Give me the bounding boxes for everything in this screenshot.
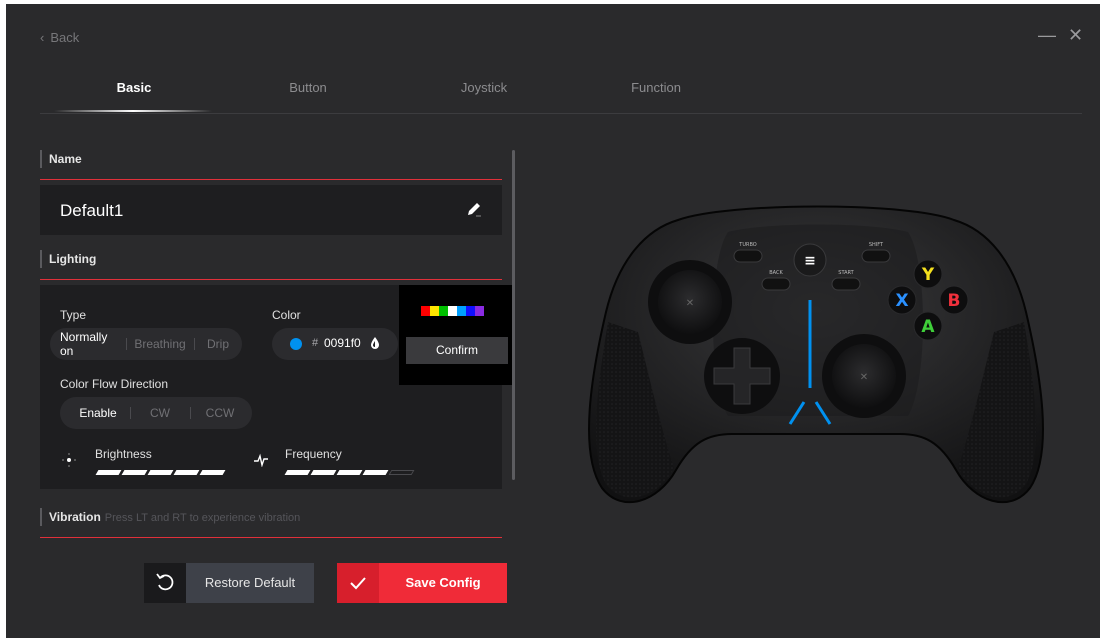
frequency-segment	[310, 470, 337, 475]
vibration-section-header: Vibration Press LT and RT to experience v…	[40, 502, 502, 538]
frequency-slider[interactable]	[284, 470, 415, 475]
start-label: START	[838, 270, 854, 276]
close-button[interactable]: ✕	[1068, 26, 1083, 44]
shift-button	[861, 249, 891, 263]
back-label: Back	[50, 30, 80, 45]
flow-option-ccw[interactable]: CCW	[192, 397, 248, 429]
face-button-letter: B	[948, 291, 961, 311]
type-option-drip[interactable]: Drip	[196, 328, 240, 360]
frequency-icon	[254, 453, 268, 467]
separator	[194, 338, 195, 350]
tab-bar: Basic Button Joystick Function	[40, 76, 1082, 114]
frequency-label: Frequency	[285, 447, 342, 461]
separator	[190, 407, 191, 419]
name-section-title: Name	[49, 152, 82, 166]
controller-image: ✕ ✕ ≡ TURBO SHIFT BACK START YX BA	[588, 205, 1044, 504]
brightness-segment	[147, 470, 174, 475]
restore-icon	[156, 573, 174, 591]
color-swatch[interactable]	[439, 306, 448, 316]
frequency-segment	[362, 470, 389, 475]
back-label: BACK	[769, 270, 783, 276]
start-button	[831, 277, 861, 291]
color-swatch[interactable]	[466, 306, 475, 316]
active-tab-indicator	[54, 110, 212, 112]
type-option-normally-on[interactable]: Normally on	[60, 328, 118, 360]
tab-joystick[interactable]: Joystick	[461, 80, 507, 95]
color-swatch[interactable]	[430, 306, 439, 316]
save-config-label: Save Config	[405, 575, 481, 590]
brightness-icon	[62, 453, 76, 467]
vibration-title: Vibration	[49, 510, 101, 524]
color-hex-value: 0091f0	[324, 336, 361, 350]
check-icon	[350, 577, 366, 590]
color-dropper-icon[interactable]	[370, 336, 380, 350]
restore-default-label: Restore Default	[204, 575, 296, 590]
edit-pencil-icon[interactable]	[464, 199, 484, 219]
color-preview-dot	[290, 338, 302, 350]
tab-button[interactable]: Button	[289, 80, 327, 95]
app-window: ‹ Back — ✕ Basic Button Joystick Functio…	[6, 4, 1100, 638]
shift-label: SHIFT	[869, 242, 884, 248]
color-flow-selector: Enable CW CCW	[60, 397, 252, 429]
confirm-color-button[interactable]: Confirm	[406, 337, 508, 364]
brightness-segment	[173, 470, 200, 475]
profile-name-value: Default1	[60, 201, 124, 220]
separator	[126, 338, 127, 350]
frequency-segment	[388, 470, 415, 475]
section-marker	[40, 508, 42, 526]
face-button-letter: Y	[921, 265, 935, 285]
flow-option-cw[interactable]: CW	[132, 397, 188, 429]
back-button[interactable]: ‹ Back	[40, 30, 79, 45]
section-marker	[40, 150, 42, 168]
restore-icon-box	[144, 563, 186, 603]
face-button-letter: X	[895, 291, 908, 311]
minimize-button[interactable]: —	[1038, 26, 1056, 44]
tab-basic[interactable]: Basic	[117, 80, 152, 95]
brightness-segment	[121, 470, 148, 475]
back-controller-button	[761, 277, 791, 291]
separator	[130, 407, 131, 419]
vibration-section-title: Vibration Press LT and RT to experience v…	[49, 510, 300, 524]
save-icon-box	[337, 563, 379, 603]
lighting-settings: Type Normally on Breathing Drip Color # …	[40, 285, 513, 489]
flow-option-enable[interactable]: Enable	[68, 397, 128, 429]
right-joystick-mark: ✕	[860, 372, 868, 383]
left-joystick-mark: ✕	[686, 298, 694, 309]
lighting-section-title: Lighting	[49, 252, 97, 266]
face-button-letter: A	[921, 317, 935, 337]
brightness-segment	[199, 470, 226, 475]
restore-default-button[interactable]: Restore Default	[144, 563, 314, 603]
vibration-hint: Press LT and RT to experience vibration	[104, 512, 301, 524]
color-swatch[interactable]	[475, 306, 484, 316]
color-picker-popover: Confirm	[399, 285, 513, 385]
frequency-segment	[336, 470, 363, 475]
type-label: Type	[60, 308, 87, 322]
brightness-label: Brightness	[95, 447, 152, 461]
type-option-breathing[interactable]: Breathing	[128, 328, 192, 360]
turbo-label: TURBO	[738, 242, 757, 248]
name-section-header: Name	[40, 144, 502, 180]
brightness-slider[interactable]	[95, 470, 226, 475]
color-swatch[interactable]	[448, 306, 457, 316]
color-swatch[interactable]	[457, 306, 466, 316]
home-logo: ≡	[804, 253, 816, 269]
color-flow-label: Color Flow Direction	[60, 377, 169, 391]
chevron-left-icon: ‹	[40, 30, 45, 45]
color-swatch-strip	[421, 306, 484, 316]
color-swatch[interactable]	[421, 306, 430, 316]
profile-name-row: Default1	[40, 185, 502, 235]
scrollbar[interactable]	[512, 150, 515, 480]
color-label: Color	[272, 308, 301, 322]
section-marker	[40, 250, 42, 268]
color-field[interactable]: # 0091f0	[272, 328, 398, 360]
turbo-button	[733, 249, 763, 263]
color-hash: #	[312, 337, 319, 349]
lighting-section-header: Lighting	[40, 244, 502, 280]
frequency-segment	[284, 470, 311, 475]
lighting-type-selector: Normally on Breathing Drip	[50, 328, 242, 360]
save-config-button[interactable]: Save Config	[337, 563, 507, 603]
tab-function[interactable]: Function	[631, 80, 681, 95]
brightness-segment	[95, 470, 122, 475]
